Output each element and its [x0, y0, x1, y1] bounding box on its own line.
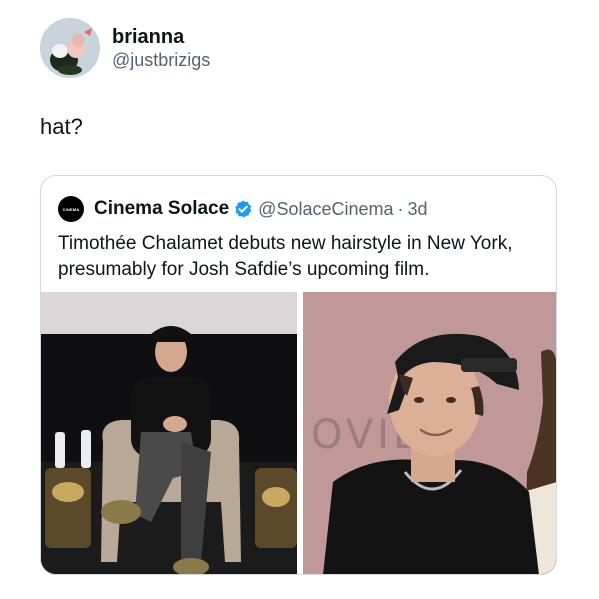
photo-seated-on-stage-icon	[41, 292, 297, 574]
avatar-image-icon	[40, 18, 100, 78]
quoted-tweet-image-1[interactable]	[41, 292, 297, 574]
quoted-tweet-text: Timothée Chalamet debuts new hairstyle i…	[58, 233, 513, 280]
quoted-author-avatar[interactable]: CINEMA	[58, 196, 84, 222]
author-name[interactable]: brianna	[112, 26, 184, 49]
quoted-tweet-time[interactable]: 3d	[408, 199, 428, 220]
quoted-tweet-card[interactable]: CINEMA Cinema Solace @SolaceCinema · 3d …	[40, 175, 557, 575]
quoted-author-handle[interactable]: @SolaceCinema	[258, 199, 393, 220]
quoted-tweet-header: CINEMA Cinema Solace @SolaceCinema · 3d	[58, 195, 428, 223]
author-handle[interactable]: @justbrizigs	[112, 50, 210, 71]
photo-closeup-backwards-cap-icon: OVIE	[303, 292, 556, 574]
tweet-screenshot: brianna @justbrizigs hat? CINEMA Cinema …	[0, 0, 599, 599]
separator-dot: ·	[397, 198, 404, 219]
quoted-tweet-image-2[interactable]: OVIE	[303, 292, 556, 574]
quoted-author-name[interactable]: Cinema Solace	[94, 198, 229, 220]
author-avatar[interactable]	[40, 18, 100, 78]
verified-badge-icon	[235, 200, 252, 218]
tweet-text: hat?	[40, 114, 83, 139]
